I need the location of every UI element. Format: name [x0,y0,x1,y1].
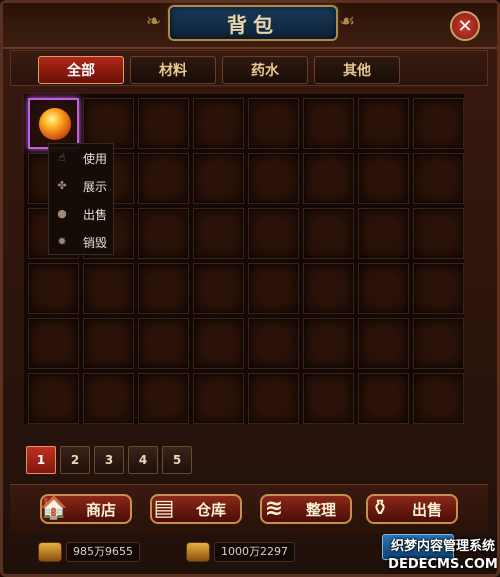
inventory-slot[interactable] [358,208,409,259]
item-context-menu: ☝ 使用 ✤ 展示 ● 出售 ✸ 销毁 [48,143,114,255]
watermark: 织梦内容管理系统 DEDECMS.COM [388,538,498,574]
inventory-slot[interactable] [303,98,354,149]
inventory-slot[interactable] [193,263,244,314]
inventory-slot[interactable] [358,373,409,424]
tab-other[interactable]: 其他 [314,56,400,84]
inventory-slot[interactable] [413,373,464,424]
destroy-icon: ✸ [57,235,67,248]
page-button-4[interactable]: 4 [128,446,158,474]
bag-icon: ● [57,207,67,220]
inventory-slot[interactable] [138,98,189,149]
watermark-line1: 织梦内容管理系统 [390,539,495,554]
inventory-slot[interactable] [303,263,354,314]
inventory-slot[interactable] [358,263,409,314]
menu-item-sell[interactable]: ● 出售 [49,200,115,228]
scroll-icon: ≋ [264,495,284,521]
menu-item-label: 出售 [83,207,108,222]
money-bag-icon: ⚱ [370,495,390,521]
page-button-5[interactable]: 5 [162,446,192,474]
warehouse-button[interactable]: ▤ 仓库 [150,494,242,524]
shop-button[interactable]: 🏠 商店 [40,494,132,524]
warehouse-button-label: 仓库 [195,500,226,519]
title-ornament-right: ☙ [339,11,356,32]
inventory-slot[interactable] [28,373,79,424]
sort-button[interactable]: ≋ 整理 [260,494,352,524]
inventory-slot[interactable] [248,98,299,149]
inventory-slot[interactable] [248,373,299,424]
page-button-1[interactable]: 1 [26,446,56,474]
inventory-slot[interactable] [193,98,244,149]
close-button[interactable]: ✕ [450,11,480,41]
window-title: 背包 [168,5,338,41]
inventory-slot[interactable] [193,208,244,259]
inventory-slot[interactable] [83,263,134,314]
menu-item-use[interactable]: ☝ 使用 [49,144,115,172]
tab-all[interactable]: 全部 [38,56,124,84]
inventory-slot[interactable] [413,318,464,369]
watermark-line2: DEDECMS.COM [388,557,498,572]
menu-item-destroy[interactable]: ✸ 销毁 [49,228,115,256]
orange-orb-icon [39,108,71,140]
inventory-slot[interactable] [248,208,299,259]
inventory-slot[interactable] [138,318,189,369]
inventory-slot[interactable] [138,208,189,259]
inventory-slot[interactable] [193,373,244,424]
inventory-slot[interactable] [193,318,244,369]
inventory-slot[interactable] [83,318,134,369]
sell-button-label: 出售 [411,500,442,519]
show-icon: ✤ [57,179,67,192]
inventory-slot[interactable] [303,318,354,369]
inventory-slot[interactable] [413,153,464,204]
inventory-slot[interactable] [28,98,79,149]
inventory-slot[interactable] [358,318,409,369]
bound-gold-icon [186,542,210,562]
inventory-slot[interactable] [138,153,189,204]
inventory-slot[interactable] [413,208,464,259]
gold-amount: 985万9655 [66,542,140,562]
page-button-2[interactable]: 2 [60,446,90,474]
menu-item-label: 使用 [83,151,108,166]
inventory-slot[interactable] [138,373,189,424]
sort-button-label: 整理 [305,500,336,519]
tab-potions[interactable]: 药水 [222,56,308,84]
inventory-slot[interactable] [358,153,409,204]
inventory-slot[interactable] [303,153,354,204]
warehouse-icon: ▤ [153,495,175,521]
shop-icon: 🏠 [40,495,68,521]
inventory-slot[interactable] [83,373,134,424]
inventory-slot[interactable] [28,318,79,369]
inventory-slot[interactable] [248,153,299,204]
inventory-slot[interactable] [358,98,409,149]
menu-item-label: 展示 [83,179,108,194]
bound-gold-amount: 1000万2297 [214,542,295,562]
inventory-slot[interactable] [413,263,464,314]
bound-gold-display: 1000万2297 [186,541,295,563]
inventory-slot[interactable] [303,373,354,424]
inventory-slot[interactable] [248,263,299,314]
inventory-slot[interactable] [413,98,464,149]
sell-button[interactable]: ⚱ 出售 [366,494,458,524]
menu-item-label: 销毁 [83,235,108,250]
shop-button-label: 商店 [85,500,116,519]
gold-display: 985万9655 [38,541,140,563]
tab-materials[interactable]: 材料 [130,56,216,84]
inventory-slot[interactable] [303,208,354,259]
inventory-slot[interactable] [28,263,79,314]
menu-item-show[interactable]: ✤ 展示 [49,172,115,200]
inventory-slot[interactable] [193,153,244,204]
close-icon: ✕ [457,15,473,37]
page-button-3[interactable]: 3 [94,446,124,474]
inventory-slot[interactable] [248,318,299,369]
gold-ingot-icon [38,542,62,562]
inventory-slot[interactable] [138,263,189,314]
hand-icon: ☝ [58,151,66,164]
inventory-slot[interactable] [83,98,134,149]
